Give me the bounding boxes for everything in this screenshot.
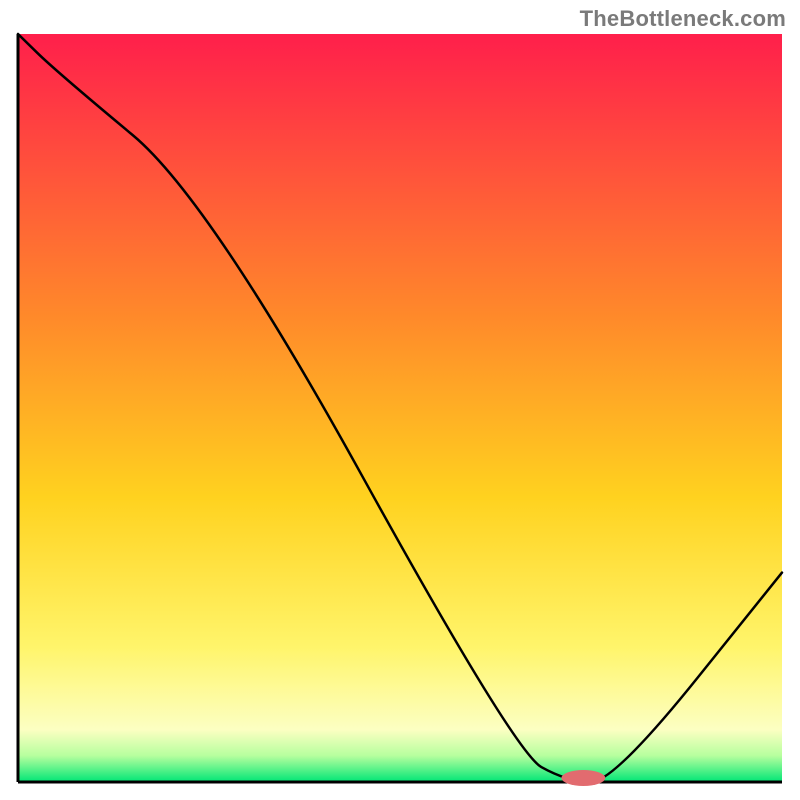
bottleneck-chart	[0, 0, 800, 800]
watermark-text: TheBottleneck.com	[580, 6, 786, 32]
plot-background	[18, 34, 782, 782]
chart-container: TheBottleneck.com	[0, 0, 800, 800]
optimal-point-marker	[561, 770, 605, 786]
